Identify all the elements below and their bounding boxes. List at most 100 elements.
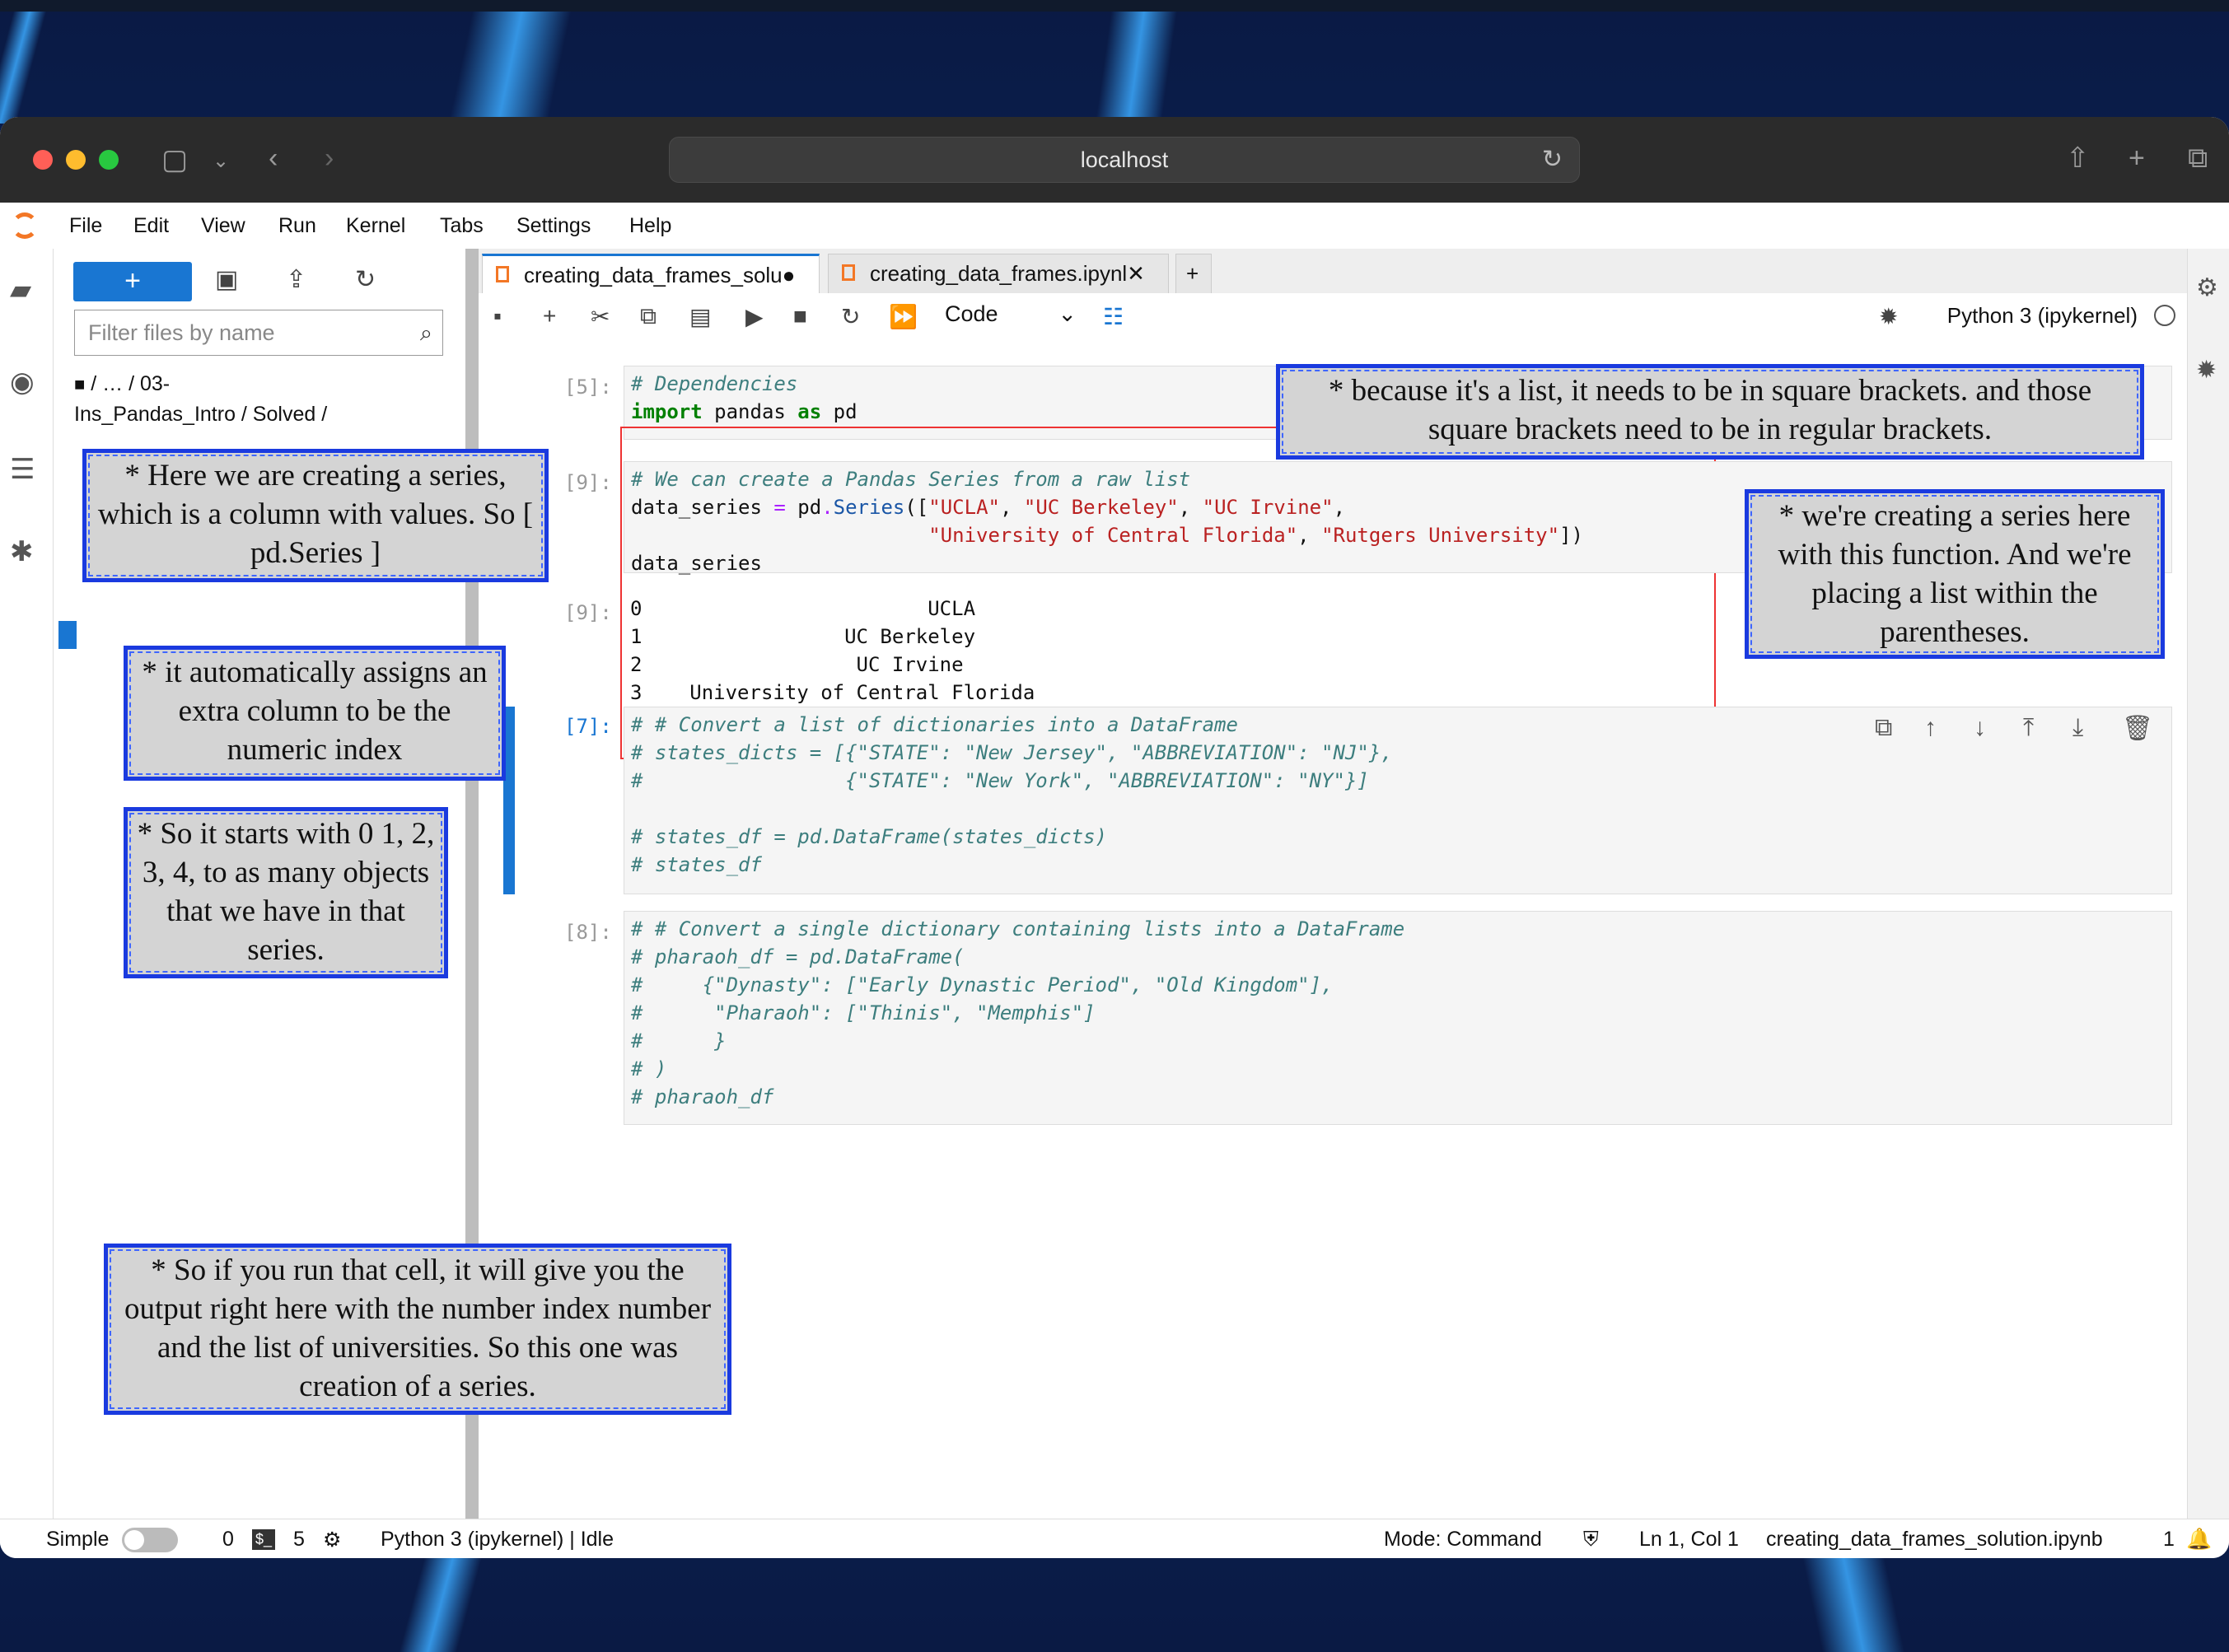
simple-mode-toggle[interactable] [122, 1528, 178, 1552]
insert-below-icon[interactable]: ⤓ [2072, 714, 2083, 742]
sidebar-toggle-icon[interactable]: ▢ [161, 143, 188, 176]
settings-icon[interactable]: ⚙ [2196, 273, 2218, 302]
breadcrumb[interactable]: ■ / … / 03- Ins_Pandas_Intro / Solved / [74, 369, 327, 429]
menu-kernel[interactable]: Kernel [346, 214, 405, 238]
insert-above-icon[interactable]: ⤒ [2023, 714, 2034, 742]
run-icon[interactable]: ▶ [745, 303, 764, 330]
cell-type-select[interactable]: Code ⌄ [945, 301, 1077, 327]
wallpaper-streak [1096, 8, 1178, 119]
refresh-icon[interactable]: ↻ [355, 265, 376, 294]
new-tab-icon[interactable]: + [2129, 142, 2145, 175]
kernel-icon[interactable]: ⚙ [323, 1528, 341, 1552]
back-arrow-icon[interactable]: ‹ [269, 142, 278, 175]
mode-indicator: Mode: Command [1384, 1528, 1542, 1551]
delete-cell-icon[interactable]: 🗑 [2122, 714, 2153, 743]
menu-tabs[interactable]: Tabs [440, 214, 484, 238]
cell-prompt: [9]: [564, 471, 612, 494]
filter-files-input[interactable]: Filter files by name ⌕ [74, 310, 443, 356]
url-text: localhost [1080, 147, 1169, 172]
status-bar: Simple 0 $_ 5 ⚙ Python 3 (ipykernel) | I… [0, 1519, 2229, 1558]
run-all-icon[interactable]: ⏩ [889, 303, 918, 330]
folder-icon[interactable]: ▰ [10, 273, 31, 306]
add-cell-icon[interactable]: + [543, 303, 556, 329]
duplicate-cell-icon[interactable]: ⧉ [1875, 714, 1892, 742]
cell-prompt: [7]: [564, 715, 612, 738]
property-inspector-icon[interactable]: ☷ [1103, 303, 1124, 330]
reload-icon[interactable]: ↻ [1542, 138, 1563, 182]
terminal-icon[interactable]: $_ [252, 1529, 276, 1550]
annotation-note: * Here we are creating a series, which i… [82, 449, 549, 582]
cut-icon[interactable]: ✂ [591, 303, 610, 330]
wallpaper-streak [449, 8, 572, 119]
stop-icon[interactable]: ■ [793, 303, 807, 329]
cell-code: # # Convert a single dictionary containi… [631, 917, 1405, 1108]
cursor-position[interactable]: Ln 1, Col 1 [1639, 1528, 1739, 1552]
menu-file[interactable]: File [69, 214, 102, 238]
jupyter-logo-icon [12, 212, 38, 239]
os-menubar [0, 0, 2229, 12]
folder-icon: ■ [74, 374, 86, 394]
file-name: creating_data_frames_solution.ipynb [1766, 1528, 2103, 1551]
breadcrumb-line: ■ / … / 03- [74, 372, 171, 395]
menu-help[interactable]: Help [629, 214, 671, 238]
kernel-status-icon [2154, 305, 2175, 326]
close-window-button[interactable] [33, 150, 53, 170]
restart-icon[interactable]: ↻ [841, 303, 860, 330]
upload-icon[interactable]: ⇪ [286, 265, 306, 294]
annotation-note: * So it starts with 0 1, 2, 3, 4, to as … [124, 807, 448, 978]
browser-titlebar: ▢ ⌄ ‹ › localhost ↻ ⇧ + ⧉ [0, 117, 2229, 203]
list-item-bullet [58, 621, 77, 649]
new-folder-icon[interactable]: ▣ [215, 265, 238, 294]
search-icon: ⌕ [419, 320, 432, 345]
save-icon[interactable]: ▪ [493, 303, 502, 329]
terminal-count: 0 [222, 1528, 234, 1551]
address-bar[interactable]: localhost ↻ [669, 137, 1580, 183]
wallpaper-streak [399, 1556, 483, 1652]
tab-notebook-solution[interactable]: creating_data_frames_solu● [482, 254, 820, 293]
notification-count: 1 [2163, 1528, 2175, 1551]
notebook-toolbar: ▪ + ✂ ⧉ ▤ ▶ ■ ↻ ⏩ Code ⌄ ☷ ✹ Python 3 (i… [479, 293, 2187, 342]
tab-notebook[interactable]: creating_data_frames.ipynl✕ [828, 254, 1169, 293]
simple-mode-label: Simple [46, 1528, 110, 1551]
wallpaper-streak [1801, 1556, 1905, 1652]
annotation-note: * it automatically assigns an extra colu… [124, 646, 506, 781]
activity-sidebar: ▰ ◉ ☰ ✱ [0, 249, 54, 1558]
menu-run[interactable]: Run [278, 214, 316, 238]
annotation-note: * So if you run that cell, it will give … [104, 1244, 731, 1415]
move-down-icon[interactable]: ↓ [1974, 714, 1986, 742]
debugger-icon[interactable]: ✹ [2196, 356, 2217, 385]
shield-icon[interactable]: ⛨ [1583, 1528, 1599, 1552]
menu-edit[interactable]: Edit [133, 214, 169, 238]
move-up-icon[interactable]: ↑ [1924, 714, 1937, 742]
notebook-icon [496, 266, 509, 282]
new-launcher-button[interactable]: + [73, 262, 192, 301]
toc-icon[interactable]: ☰ [10, 453, 35, 486]
extension-icon[interactable]: ✱ [10, 535, 34, 568]
output-prompt: [9]: [564, 601, 612, 624]
notebook-icon [842, 264, 855, 281]
menu-settings[interactable]: Settings [516, 214, 591, 238]
menu-view[interactable]: View [201, 214, 245, 238]
add-tab-button[interactable]: + [1175, 254, 1212, 293]
code-cell[interactable]: # # Convert a single dictionary containi… [624, 911, 2172, 1125]
tab-overview-icon[interactable]: ⧉ [2188, 142, 2208, 175]
chevron-down-icon[interactable]: ⌄ [213, 145, 229, 178]
kernel-name[interactable]: Python 3 (ipykernel) [1947, 303, 2138, 329]
forward-arrow-icon[interactable]: › [325, 142, 334, 175]
minimize-window-button[interactable] [66, 150, 86, 170]
running-icon[interactable]: ◉ [10, 366, 35, 399]
kernel-count: 5 [293, 1528, 305, 1551]
wallpaper-streak [0, 0, 50, 124]
share-icon[interactable]: ⇧ [2066, 142, 2090, 175]
bell-icon[interactable]: 🔔 [2186, 1528, 2212, 1552]
cell-prompt: [8]: [564, 921, 612, 944]
code-cell[interactable]: # # Convert a list of dictionaries into … [624, 707, 2172, 894]
cell-prompt: [5]: [564, 376, 612, 399]
tab-bar: creating_data_frames_solu● creating_data… [479, 249, 2187, 294]
debugger-icon[interactable]: ✹ [1879, 303, 1898, 330]
paste-icon[interactable]: ▤ [689, 303, 711, 330]
kernel-status[interactable]: Python 3 (ipykernel) | Idle [381, 1528, 614, 1552]
breadcrumb-line: Ins_Pandas_Intro / Solved / [74, 403, 328, 426]
zoom-window-button[interactable] [99, 150, 119, 170]
copy-icon[interactable]: ⧉ [640, 303, 657, 330]
